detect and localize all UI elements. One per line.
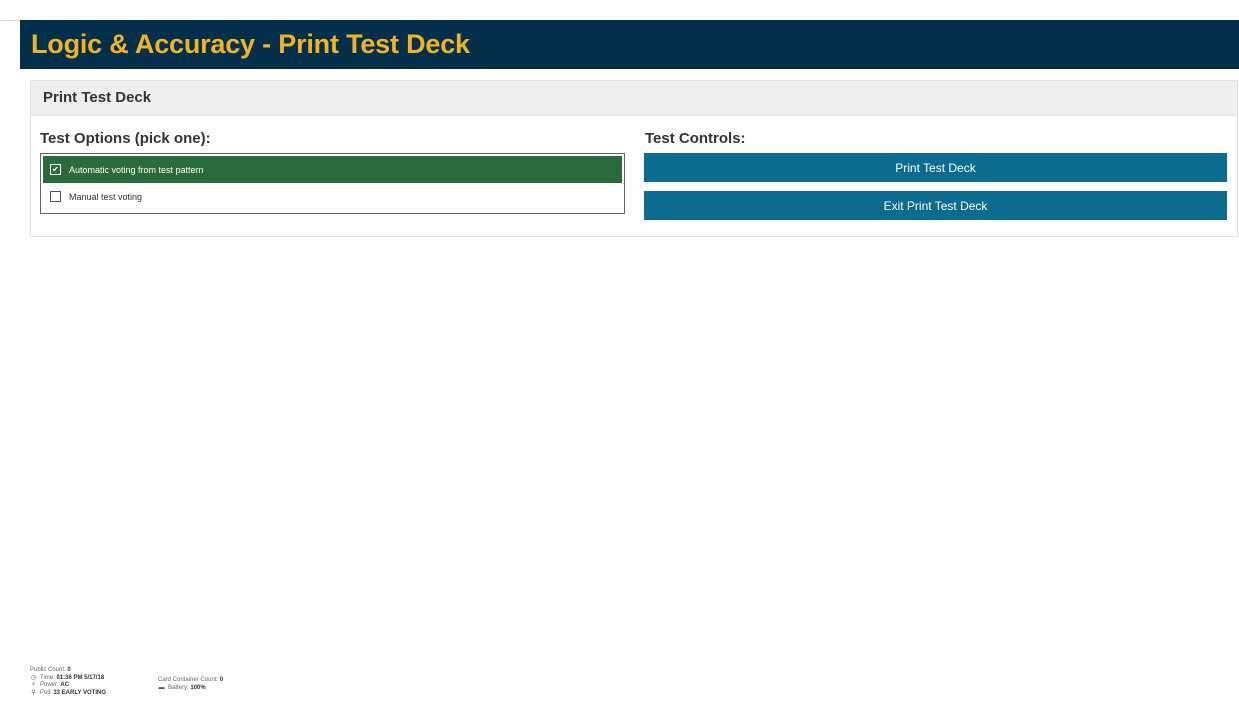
public-count-label: Public Count: [30, 667, 66, 673]
location-icon: ⚲ [31, 689, 36, 696]
power-label: Power: [40, 682, 59, 688]
poll-row: ⚲ Poll: 33 EARLY VOTING [30, 690, 106, 698]
battery-row: ▬ Battery: 100% [158, 685, 223, 693]
checkbox-empty-icon[interactable] [50, 191, 61, 202]
exit-print-test-deck-button[interactable]: Exit Print Test Deck [644, 191, 1227, 220]
test-controls-title: Test Controls: [645, 130, 746, 147]
app-header: Logic & Accuracy - Print Test Deck [20, 20, 1239, 69]
top-strip [0, 0, 1239, 21]
poll-value: 33 EARLY VOTING [53, 689, 107, 696]
public-count-row: Public Count: 0 [30, 667, 106, 675]
poll-label: Poll: [40, 689, 52, 696]
battery-value: 100% [190, 684, 206, 691]
battery-icon: ▬ [158, 684, 165, 691]
time-label: Time: [40, 674, 55, 681]
panel-title: Print Test Deck [43, 89, 152, 106]
status-bar-left: Public Count: 0 ◷ Time: 01:36 PM 5/17/18 … [30, 667, 106, 697]
card-container-row: Card Container Count: 0 [158, 677, 223, 685]
option-automatic-voting[interactable]: ✔ Automatic voting from test pattern [43, 156, 622, 183]
test-options-list: ✔ Automatic voting from test pattern Man… [40, 153, 625, 214]
option-label: Manual test voting [69, 191, 143, 202]
card-container-label: Card Container Count: [158, 677, 219, 683]
print-test-deck-button[interactable]: Print Test Deck [644, 153, 1227, 182]
checkbox-checked-icon[interactable]: ✔ [50, 164, 61, 175]
clock-icon: ◷ [30, 674, 37, 681]
power-value: AC [60, 682, 70, 688]
test-options-title: Test Options (pick one): [40, 130, 211, 147]
public-count-value: 0 [67, 667, 71, 673]
option-label: Automatic voting from test pattern [69, 164, 204, 175]
status-bar-right: Card Container Count: 0 ▬ Battery: 100% [158, 677, 223, 692]
time-value: 01:36 PM 5/17/18 [56, 674, 105, 681]
panel-header: Print Test Deck [31, 81, 1237, 116]
power-row: ⚡ Power: AC [30, 682, 106, 690]
battery-label: Battery: [168, 684, 189, 691]
plug-icon: ⚡ [31, 682, 36, 688]
page-title: Logic & Accuracy - Print Test Deck [31, 29, 470, 59]
time-row: ◷ Time: 01:36 PM 5/17/18 [30, 675, 106, 683]
print-test-deck-panel: Print Test Deck Test Options (pick one):… [30, 80, 1238, 237]
option-manual-voting[interactable]: Manual test voting [43, 183, 622, 210]
card-container-value: 0 [219, 677, 224, 683]
